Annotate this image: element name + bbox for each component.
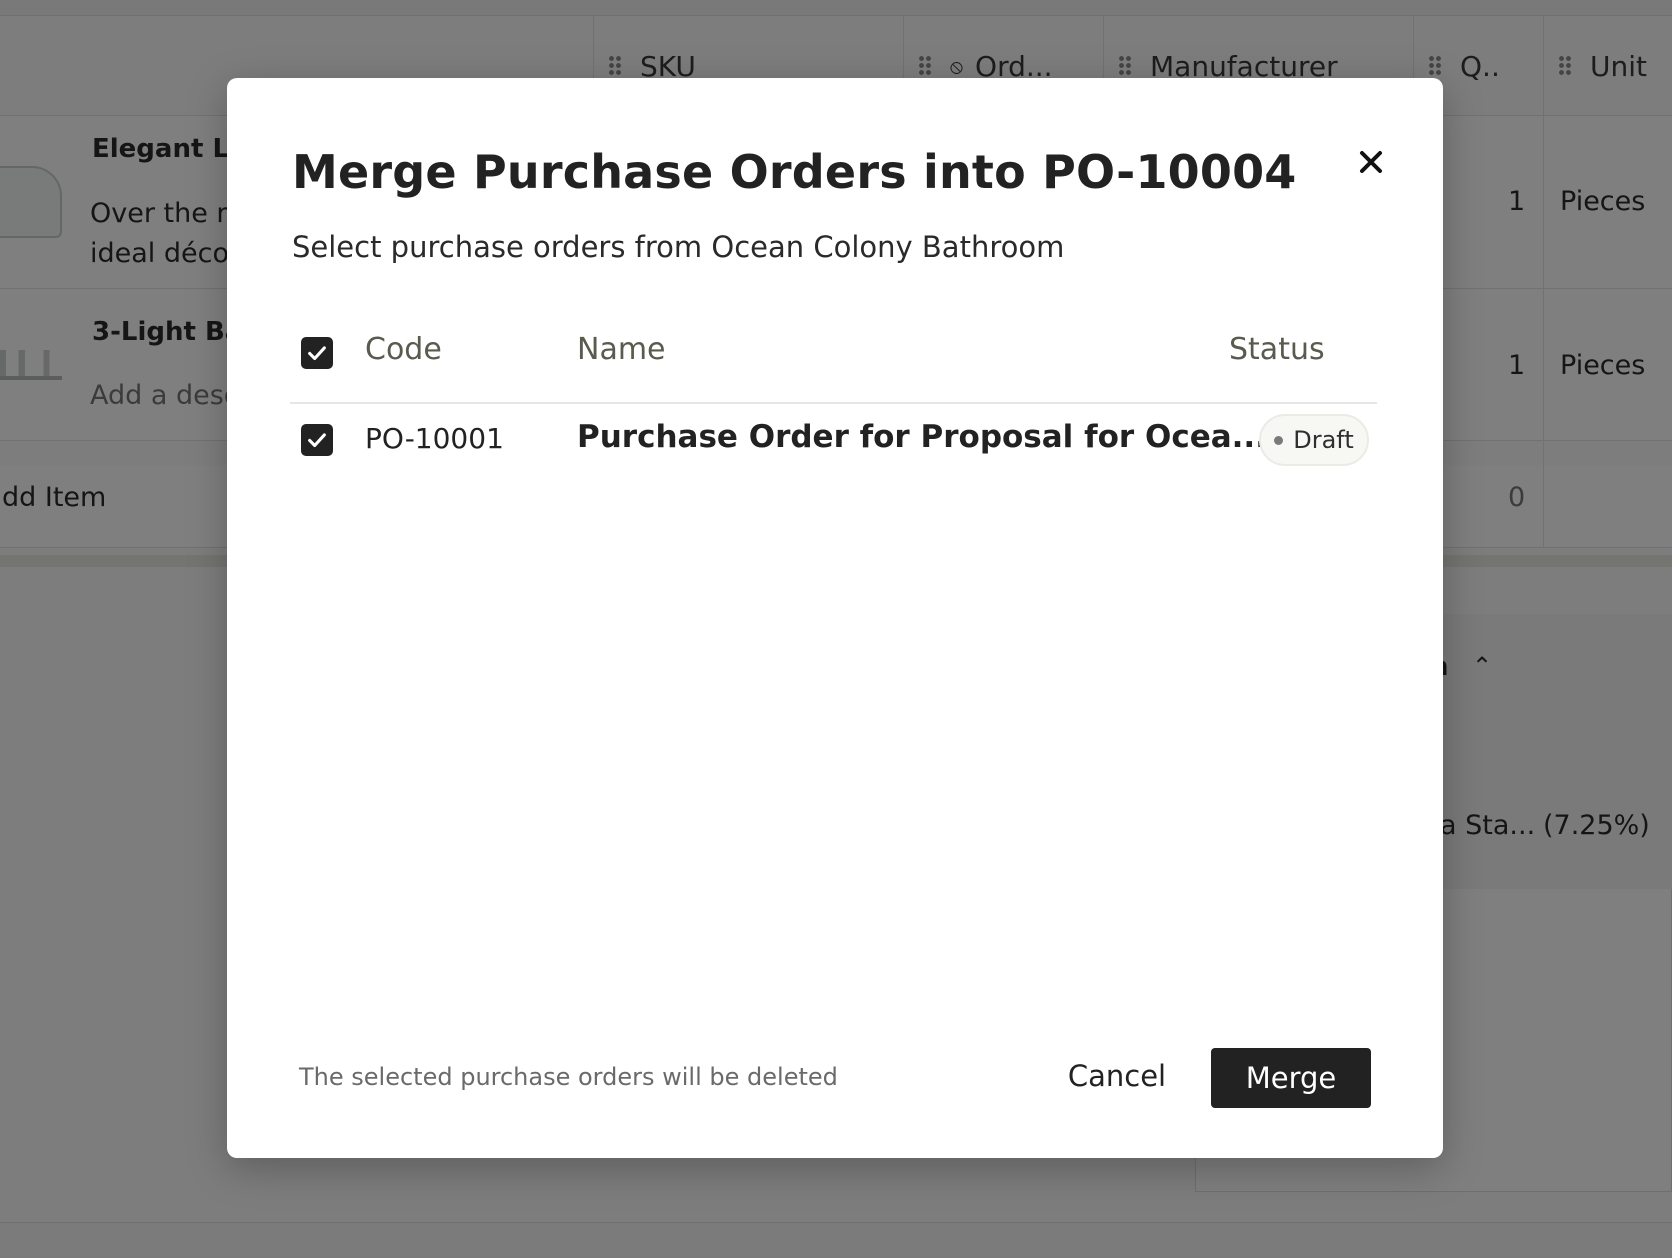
merge-button[interactable]: Merge	[1211, 1048, 1371, 1108]
po-name: Purchase Order for Proposal for Ocea...	[577, 419, 1267, 455]
dialog-title: Merge Purchase Orders into PO-10004	[292, 145, 1297, 199]
merge-purchase-orders-dialog: Merge Purchase Orders into PO-10004 Sele…	[227, 78, 1443, 1158]
status-label: Draft	[1293, 426, 1354, 454]
close-button[interactable]	[1349, 140, 1393, 184]
table-divider	[290, 402, 1377, 404]
delete-warning: The selected purchase orders will be del…	[299, 1063, 838, 1091]
cancel-button[interactable]: Cancel	[1037, 1046, 1197, 1106]
po-code: PO-10001	[365, 422, 504, 455]
status-badge: Draft	[1259, 414, 1369, 466]
select-all-checkbox[interactable]	[301, 337, 333, 369]
status-dot-icon	[1274, 435, 1284, 445]
row-checkbox[interactable]	[301, 424, 333, 456]
close-icon	[1360, 151, 1382, 173]
column-header-status: Status	[1229, 332, 1325, 367]
column-header-name: Name	[577, 332, 666, 367]
dialog-subtitle: Select purchase orders from Ocean Colony…	[292, 230, 1065, 264]
check-icon	[308, 433, 326, 448]
column-header-code: Code	[365, 332, 442, 367]
check-icon	[308, 346, 326, 361]
